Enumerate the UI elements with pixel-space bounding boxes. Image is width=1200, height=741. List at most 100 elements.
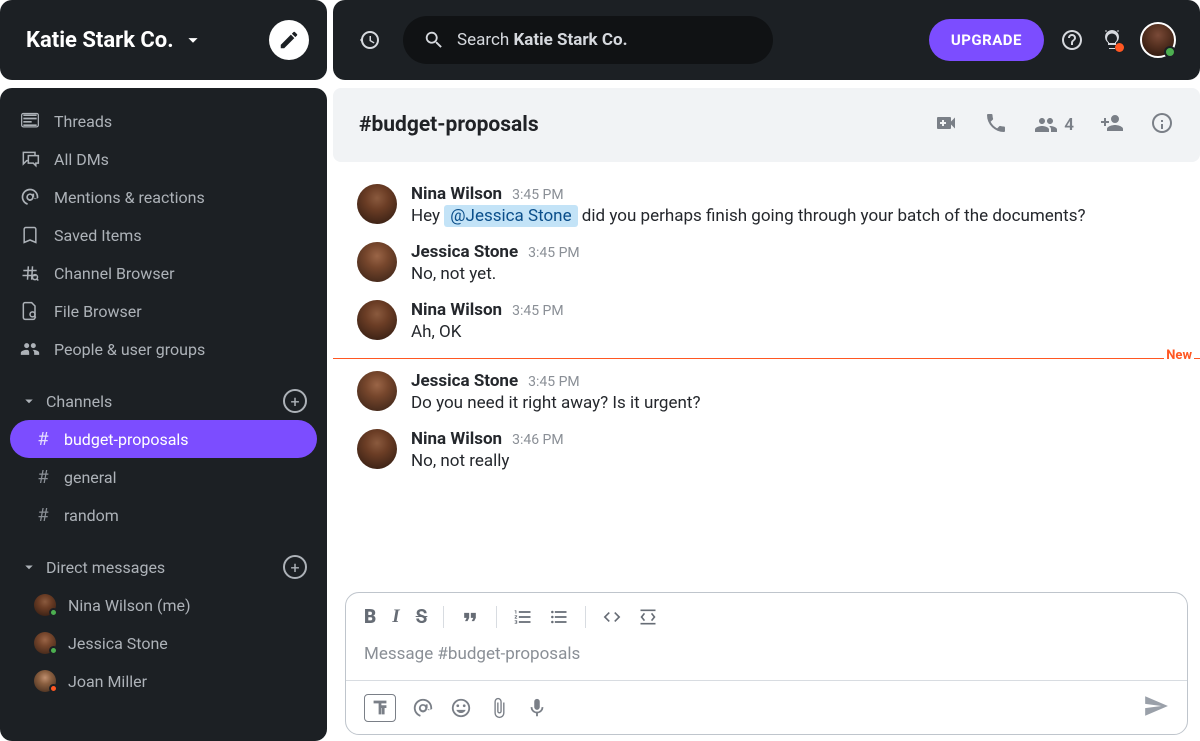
code-block-icon[interactable]: [638, 607, 658, 627]
avatar[interactable]: [357, 184, 397, 224]
presence-dot: [49, 608, 58, 617]
call-button[interactable]: [984, 111, 1008, 139]
workspace-name: Katie Stark Co.: [26, 28, 174, 53]
message-author[interactable]: Nina Wilson: [411, 429, 502, 449]
message: Nina Wilson3:45 PMHey @Jessica Stone did…: [333, 180, 1200, 238]
channel-random[interactable]: #random: [0, 496, 327, 534]
people-icon: [20, 339, 40, 359]
add-person-button[interactable]: [1100, 111, 1124, 139]
new-label: New: [1164, 348, 1194, 363]
channels-section-header[interactable]: Channels +: [0, 382, 327, 420]
avatar[interactable]: [357, 242, 397, 282]
chevron-down-icon: [20, 558, 38, 576]
upgrade-button[interactable]: UPGRADE: [929, 19, 1044, 61]
help-button[interactable]: [1060, 28, 1084, 52]
sidebar-nav-filebrowser[interactable]: File Browser: [0, 292, 327, 330]
add-video-button[interactable]: [934, 111, 958, 139]
text-format-toggle[interactable]: [364, 694, 396, 722]
avatar[interactable]: [357, 300, 397, 340]
message-time: 3:45 PM: [512, 303, 564, 319]
chevron-down-icon: [20, 392, 38, 410]
filebrowser-icon: [20, 301, 40, 321]
sidebar-nav-saved[interactable]: Saved Items: [0, 216, 327, 254]
emoji-icon[interactable]: [450, 697, 472, 719]
message-text: No, not yet.: [411, 264, 1176, 284]
strike-button[interactable]: S: [416, 605, 428, 628]
channel-header: #budget-proposals 4: [333, 88, 1200, 162]
message-text: No, not really: [411, 451, 1176, 471]
sidebar-nav-threads[interactable]: Threads: [0, 102, 327, 140]
chevron-down-icon: [182, 29, 204, 51]
new-messages-divider: New: [333, 358, 1200, 359]
user-avatar[interactable]: [1140, 22, 1176, 58]
sidebar-nav-people[interactable]: People & user groups: [0, 330, 327, 368]
nav-label: Saved Items: [54, 226, 142, 245]
info-icon: [1150, 111, 1174, 135]
notification-dot: [1115, 43, 1124, 52]
message-author[interactable]: Jessica Stone: [411, 371, 518, 391]
dm-nina[interactable]: Nina Wilson (me): [0, 586, 327, 624]
hash-icon: #: [34, 429, 52, 450]
workspace-switcher[interactable]: Katie Stark Co.: [26, 28, 204, 53]
video-plus-icon: [934, 111, 958, 135]
search-icon: [423, 29, 445, 51]
message-input[interactable]: Message #budget-proposals: [346, 640, 1187, 680]
channel-label: budget-proposals: [64, 430, 189, 449]
dm-jess[interactable]: Jessica Stone: [0, 624, 327, 662]
message-list: Nina Wilson3:45 PMHey @Jessica Stone did…: [333, 162, 1200, 592]
dm-joan[interactable]: Joan Miller: [0, 662, 327, 700]
add-channel-button[interactable]: +: [283, 389, 307, 413]
channel-name[interactable]: #budget-proposals: [359, 113, 539, 137]
attachment-icon[interactable]: [488, 697, 510, 719]
channel-budget-proposals[interactable]: # budget-proposals: [10, 420, 317, 458]
sidebar-nav-mentions[interactable]: Mentions & reactions: [0, 178, 327, 216]
message: Jessica Stone3:45 PMNo, not yet.: [333, 238, 1200, 296]
mention[interactable]: @Jessica Stone: [444, 205, 577, 227]
message-author[interactable]: Nina Wilson: [411, 300, 502, 320]
presence-dot: [49, 646, 58, 655]
channel-label: general: [64, 468, 117, 487]
ordered-list-icon[interactable]: [513, 607, 533, 627]
notifications-button[interactable]: [1100, 28, 1124, 52]
dm-section-header[interactable]: Direct messages +: [0, 548, 327, 586]
saved-icon: [20, 225, 40, 245]
bullet-list-icon[interactable]: [549, 607, 569, 627]
compose-button[interactable]: [269, 20, 309, 60]
bold-button[interactable]: B: [364, 605, 376, 628]
message-text: Ah, OK: [411, 322, 1176, 342]
history-button[interactable]: [357, 28, 381, 52]
history-icon: [357, 28, 381, 52]
presence-dot: [1164, 46, 1176, 58]
phone-icon: [984, 111, 1008, 135]
presence-dot: [49, 684, 58, 693]
sidebar-nav-dms[interactable]: All DMs: [0, 140, 327, 178]
avatar: [34, 670, 56, 692]
avatar[interactable]: [357, 371, 397, 411]
members-button[interactable]: 4: [1034, 113, 1074, 137]
nav-label: Threads: [54, 112, 112, 131]
italic-button[interactable]: I: [392, 606, 399, 628]
mentions-icon: [20, 187, 40, 207]
message-author[interactable]: Jessica Stone: [411, 242, 518, 262]
composer-bottom-bar: [346, 680, 1187, 734]
mention-icon[interactable]: [412, 697, 434, 719]
info-button[interactable]: [1150, 111, 1174, 139]
dm-label: Direct messages: [46, 558, 165, 577]
microphone-icon[interactable]: [526, 697, 548, 719]
avatar: [34, 594, 56, 616]
quote-icon[interactable]: [460, 607, 480, 627]
message-author[interactable]: Nina Wilson: [411, 184, 502, 204]
workspace-header: Katie Stark Co.: [0, 0, 327, 80]
channel-general[interactable]: #general: [0, 458, 327, 496]
threads-icon: [20, 111, 40, 131]
search-placeholder: Search Katie Stark Co.: [457, 30, 628, 50]
send-button[interactable]: [1143, 693, 1169, 723]
avatar[interactable]: [357, 429, 397, 469]
add-dm-button[interactable]: +: [283, 555, 307, 579]
code-icon[interactable]: [602, 607, 622, 627]
search-input[interactable]: Search Katie Stark Co.: [403, 16, 773, 64]
edit-icon: [278, 29, 300, 51]
channels-label: Channels: [46, 392, 112, 411]
help-icon: [1060, 28, 1084, 52]
sidebar-nav-chbrowser[interactable]: Channel Browser: [0, 254, 327, 292]
